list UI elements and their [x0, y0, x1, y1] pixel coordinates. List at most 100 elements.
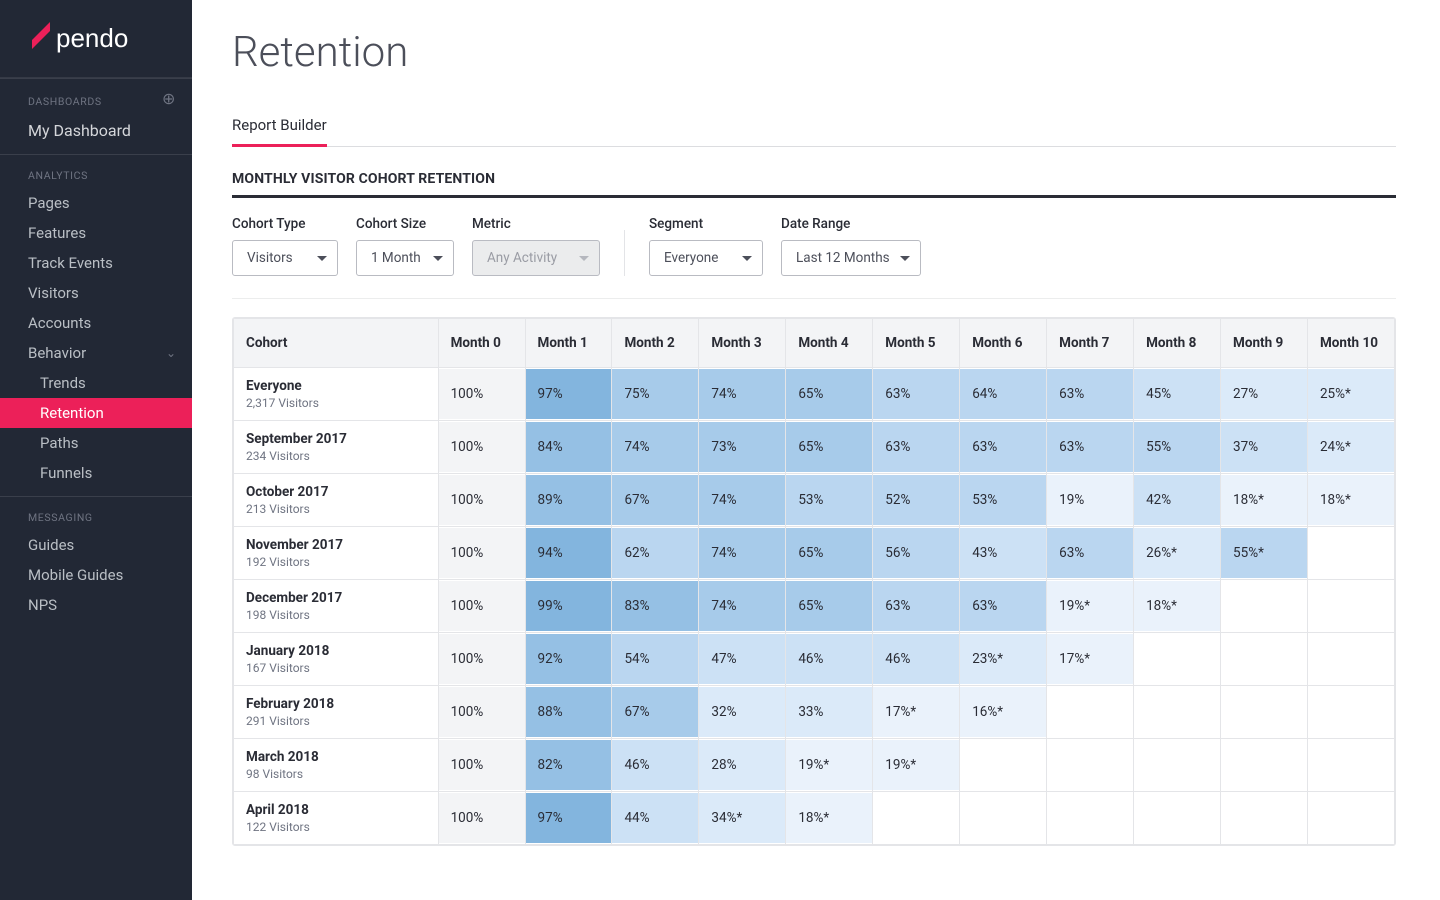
retention-cell — [1307, 792, 1394, 845]
retention-cell: 19% — [1047, 474, 1134, 527]
control-metric: Metric Any Activity — [472, 216, 600, 276]
retention-cell: 73% — [699, 421, 786, 474]
caret-down-icon — [579, 256, 589, 261]
retention-cell: 75% — [612, 368, 699, 421]
retention-cell: 25%* — [1307, 368, 1394, 421]
retention-cell — [1134, 686, 1221, 739]
retention-cell: 83% — [612, 580, 699, 633]
cohort-cell: October 2017213 Visitors — [234, 474, 439, 527]
nav-item-pages[interactable]: Pages — [0, 188, 192, 218]
select-metric: Any Activity — [472, 240, 600, 276]
retention-cell — [1221, 633, 1308, 686]
retention-cell: 94% — [525, 527, 612, 580]
retention-cell: 46% — [786, 633, 873, 686]
cohort-visitor-count: 192 Visitors — [246, 555, 426, 569]
cohort-name: February 2018 — [246, 696, 426, 712]
cohort-name: April 2018 — [246, 802, 426, 818]
retention-cell: 100% — [438, 739, 525, 792]
retention-cell: 28% — [699, 739, 786, 792]
control-label: Metric — [472, 216, 600, 232]
cohort-cell: Everyone2,317 Visitors — [234, 368, 439, 421]
add-dashboard-icon[interactable]: ⊕ — [162, 91, 176, 107]
retention-cell: 100% — [438, 527, 525, 580]
retention-cell: 18%* — [1134, 580, 1221, 633]
control-cohort-type: Cohort Type Visitors — [232, 216, 338, 276]
nav-subitem-funnels[interactable]: Funnels — [0, 458, 192, 488]
retention-cell: 18%* — [786, 792, 873, 845]
retention-cell: 19%* — [1047, 580, 1134, 633]
nav-subitem-trends[interactable]: Trends — [0, 368, 192, 398]
retention-cell: 100% — [438, 580, 525, 633]
retention-cell: 100% — [438, 792, 525, 845]
page-title: Retention — [232, 28, 1396, 77]
control-label: Date Range — [781, 216, 921, 232]
nav-item-guides[interactable]: Guides — [0, 530, 192, 560]
tab-report-builder[interactable]: Report Builder — [232, 108, 327, 147]
nav-item-behavior[interactable]: Behavior ⌄ — [0, 338, 192, 368]
retention-cell — [1047, 792, 1134, 845]
select-segment[interactable]: Everyone — [649, 240, 763, 276]
nav-item-visitors[interactable]: Visitors — [0, 278, 192, 308]
nav-item-features[interactable]: Features — [0, 218, 192, 248]
caret-down-icon — [433, 256, 443, 261]
retention-cell: 17%* — [873, 686, 960, 739]
nav-item-my-dashboard[interactable]: My Dashboard — [0, 115, 192, 146]
retention-cell: 23%* — [960, 633, 1047, 686]
nav-heading-label: DASHBOARDS — [28, 95, 102, 108]
retention-cell: 27% — [1221, 368, 1308, 421]
select-cohort-size[interactable]: 1 Month — [356, 240, 454, 276]
nav-subitem-retention[interactable]: Retention — [0, 398, 192, 428]
retention-cell: 56% — [873, 527, 960, 580]
retention-cell: 99% — [525, 580, 612, 633]
retention-cell: 19%* — [873, 739, 960, 792]
retention-cell: 89% — [525, 474, 612, 527]
nav-section-dashboards: DASHBOARDS ⊕ My Dashboard — [0, 78, 192, 154]
retention-cell: 74% — [612, 421, 699, 474]
retention-cell: 18%* — [1221, 474, 1308, 527]
cohort-name: Everyone — [246, 378, 426, 394]
cohort-name: December 2017 — [246, 590, 426, 606]
select-cohort-type[interactable]: Visitors — [232, 240, 338, 276]
control-label: Segment — [649, 216, 763, 232]
table-row: February 2018291 Visitors100%88%67%32%33… — [234, 686, 1395, 739]
nav-heading-label: ANALYTICS — [28, 169, 88, 182]
cohort-name: January 2018 — [246, 643, 426, 659]
retention-cell: 63% — [1047, 421, 1134, 474]
nav-section-analytics: ANALYTICS PagesFeaturesTrack EventsVisit… — [0, 154, 192, 496]
cohort-name: March 2018 — [246, 749, 426, 765]
table-row: December 2017198 Visitors100%99%83%74%65… — [234, 580, 1395, 633]
retention-cell: 44% — [612, 792, 699, 845]
retention-cell — [1134, 792, 1221, 845]
control-label: Cohort Type — [232, 216, 338, 232]
retention-cell: 37% — [1221, 421, 1308, 474]
select-date-range[interactable]: Last 12 Months — [781, 240, 921, 276]
retention-table: CohortMonth 0Month 1Month 2Month 3Month … — [232, 317, 1396, 846]
retention-cell: 42% — [1134, 474, 1221, 527]
col-month-8: Month 8 — [1134, 319, 1221, 368]
retention-cell: 32% — [699, 686, 786, 739]
nav-item-track-events[interactable]: Track Events — [0, 248, 192, 278]
pendo-logo-icon: pendo — [32, 22, 162, 56]
cohort-visitor-count: 122 Visitors — [246, 820, 426, 834]
retention-cell: 54% — [612, 633, 699, 686]
svg-text:pendo: pendo — [56, 23, 128, 53]
col-cohort: Cohort — [234, 319, 439, 368]
brand-logo[interactable]: pendo — [0, 0, 192, 78]
nav-item-nps[interactable]: NPS — [0, 590, 192, 620]
table-row: January 2018167 Visitors100%92%54%47%46%… — [234, 633, 1395, 686]
tabs: Report Builder — [232, 107, 1396, 147]
retention-cell: 26%* — [1134, 527, 1221, 580]
select-value: 1 Month — [371, 250, 421, 266]
nav-item-label: Behavior — [28, 344, 86, 362]
cohort-cell: January 2018167 Visitors — [234, 633, 439, 686]
caret-down-icon — [742, 256, 752, 261]
cohort-cell: November 2017192 Visitors — [234, 527, 439, 580]
retention-cell — [1134, 633, 1221, 686]
nav-item-mobile-guides[interactable]: Mobile Guides — [0, 560, 192, 590]
nav-subitem-paths[interactable]: Paths — [0, 428, 192, 458]
retention-cell: 82% — [525, 739, 612, 792]
select-value: Everyone — [664, 250, 718, 266]
table-row: October 2017213 Visitors100%89%67%74%53%… — [234, 474, 1395, 527]
col-month-7: Month 7 — [1047, 319, 1134, 368]
nav-item-accounts[interactable]: Accounts — [0, 308, 192, 338]
